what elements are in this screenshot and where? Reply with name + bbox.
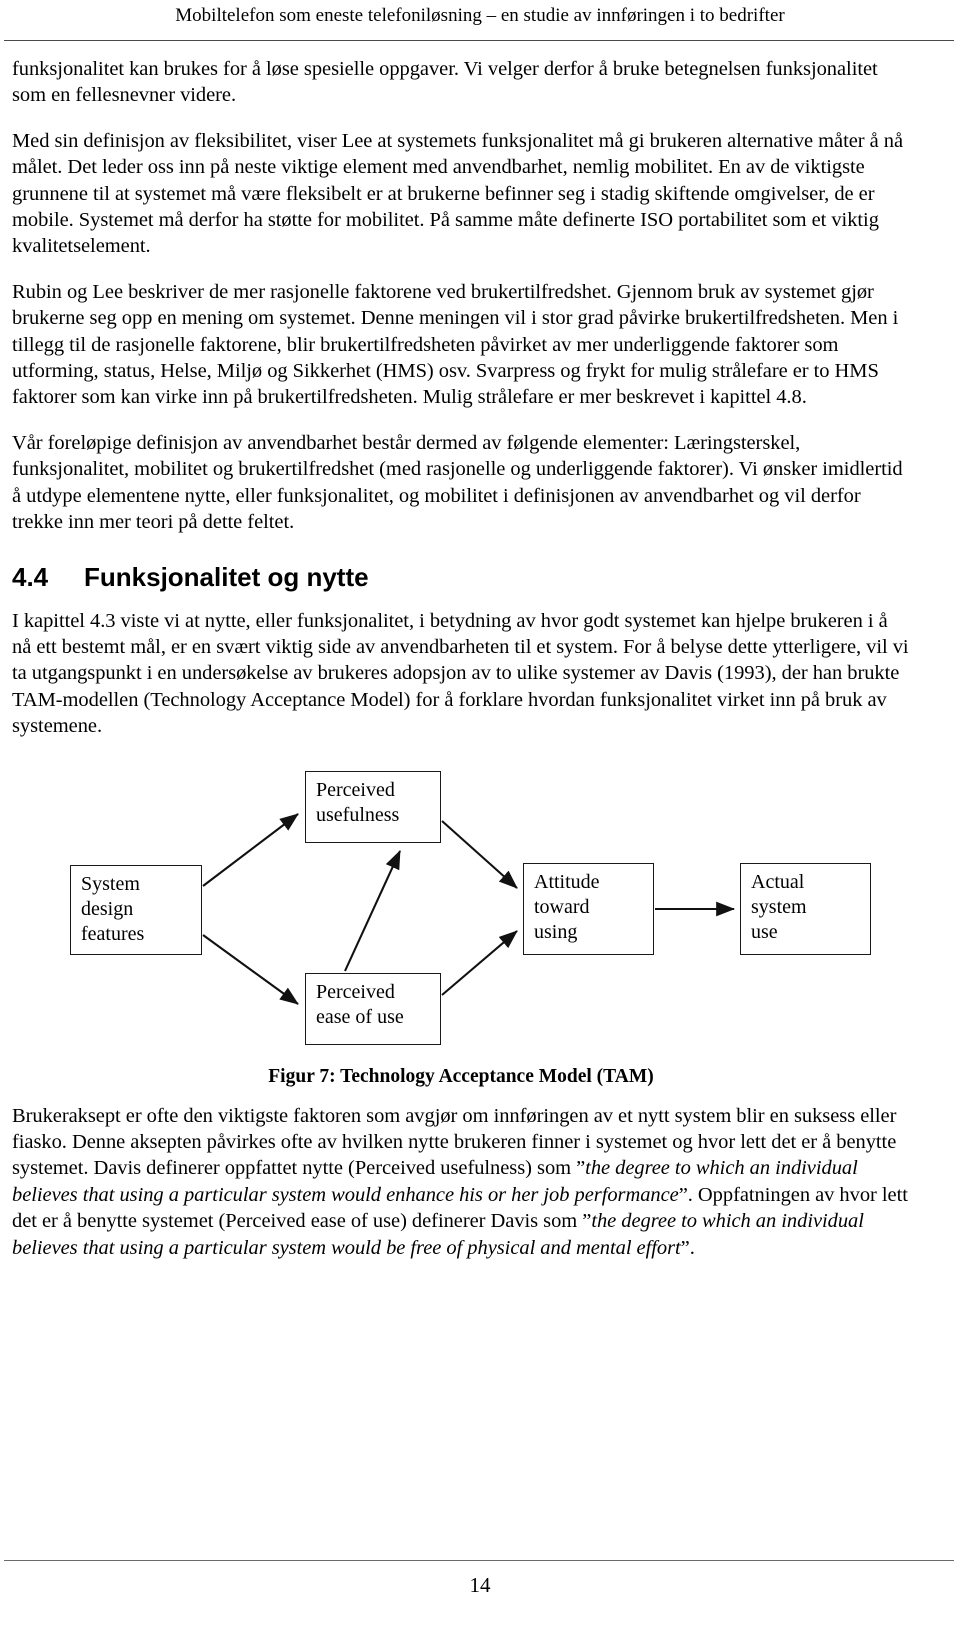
section-heading: 4.4 Funksjonalitet og nytte bbox=[12, 562, 910, 592]
page-number: 14 bbox=[469, 1573, 491, 1597]
paragraph-3: Rubin og Lee beskriver de mer rasjonelle… bbox=[12, 280, 899, 409]
paragraph-4: Vår foreløpige definisjon av anvendbarhe… bbox=[12, 431, 903, 534]
edge-design-to-ease bbox=[202, 933, 299, 1005]
document-content: funksjonalitet kan brukes for å løse spe… bbox=[12, 56, 910, 1261]
paragraph-6: Brukeraksept er ofte den viktigste fakto… bbox=[12, 1103, 910, 1261]
tam-node-attitude-toward-using: Attitude toward using bbox=[523, 862, 654, 955]
edge-ease-to-usefulness bbox=[344, 849, 401, 971]
section-title: Funksjonalitet og nytte bbox=[84, 561, 369, 592]
edge-design-to-usefulness bbox=[202, 812, 299, 887]
edge-usefulness-to-attitude bbox=[441, 819, 518, 889]
running-head-title: Mobiltelefon som eneste telefoniløsning … bbox=[175, 5, 785, 26]
tam-node-actual-system-use: Actual system use bbox=[740, 862, 871, 955]
tam-node-perceived-ease-of-use: Perceived ease of use bbox=[305, 972, 441, 1045]
page-header: Mobiltelefon som eneste telefoniløsning … bbox=[0, 0, 960, 46]
section-number: 4.4 bbox=[12, 561, 49, 592]
figure-tam-diagram: Perceived usefulness System design featu… bbox=[12, 759, 910, 1059]
paragraph-5: I kapittel 4.3 viste vi at nytte, eller … bbox=[12, 609, 909, 738]
tam-node-perceived-usefulness: Perceived usefulness bbox=[305, 770, 441, 843]
paragraph-6-text-part-3: ”. bbox=[680, 1236, 695, 1259]
header-divider-rule bbox=[4, 40, 954, 41]
edge-ease-to-attitude bbox=[441, 929, 518, 996]
paragraph-2: Med sin definisjon av fleksibilitet, vis… bbox=[12, 129, 904, 258]
paragraph-1: funksjonalitet kan brukes for å løse spe… bbox=[12, 58, 878, 107]
footer-divider-rule bbox=[4, 1560, 954, 1561]
figure-caption: Figur 7: Technology Acceptance Model (TA… bbox=[268, 1065, 654, 1087]
page-footer: 14 bbox=[0, 1560, 960, 1638]
tam-node-system-design-features: System design features bbox=[70, 864, 202, 955]
